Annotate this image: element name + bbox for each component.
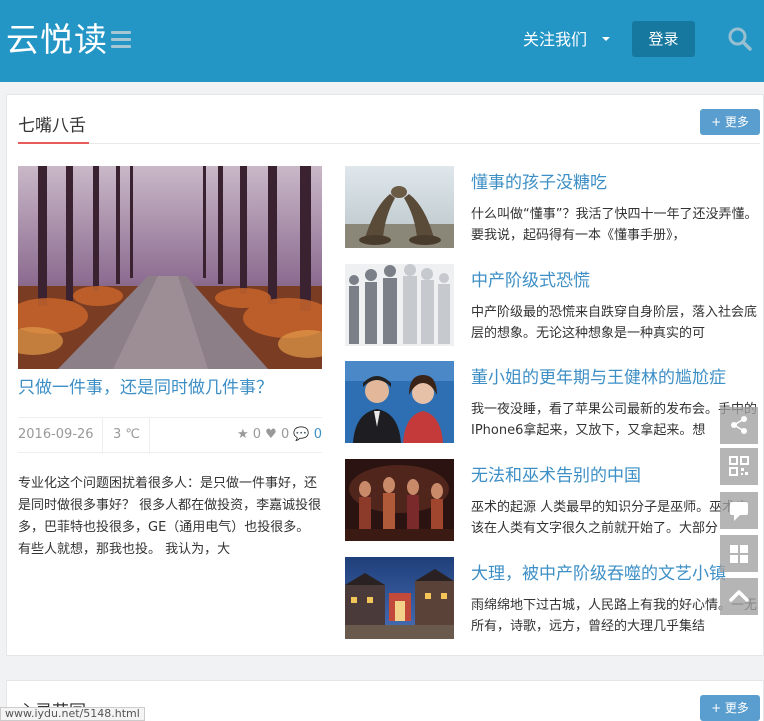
article-title[interactable]: 中产阶级式恐慌 (471, 270, 590, 292)
article-thumbnail[interactable] (345, 361, 454, 443)
grid-icon (730, 545, 748, 563)
caret-down-icon (602, 37, 610, 41)
grid-button[interactable] (720, 535, 758, 572)
site-logo[interactable]: 云悦读 (6, 20, 108, 60)
share-button[interactable] (720, 407, 758, 444)
qrcode-button[interactable] (720, 448, 758, 485)
article-excerpt: 什么叫做“懂事”？我活了快四十一年了还没弄懂。要我说，起码得有一本《懂事手册》， (471, 207, 758, 243)
back-to-top-button[interactable] (720, 578, 758, 615)
feature-title-link[interactable]: 只做一件事，还是同时做几件事？ (18, 376, 322, 400)
article-title[interactable]: 大理，被中产阶级吞噬的文艺小镇 (471, 563, 726, 585)
like-count: 0 (280, 427, 290, 442)
more-button[interactable]: + 更多 (700, 695, 760, 721)
post-stats: ★ 0 ♥ 0 💬 0 (237, 427, 322, 442)
list-item[interactable]: 大理，被中产阶级吞噬的文艺小镇 雨绵绵地下过古城，人民路上有我的好心情。一无所有… (345, 557, 764, 639)
more-button[interactable]: + 更多 (700, 109, 760, 135)
comment-button[interactable] (720, 492, 758, 529)
status-url: www.iydu.net/5148.html (0, 707, 145, 721)
article-thumbnail[interactable] (345, 264, 454, 346)
qrcode-icon (729, 456, 749, 476)
post-temperature: 3 ℃ (113, 427, 141, 442)
list-item[interactable]: 董小姐的更年期与王健林的尴尬症 我一夜没睡，看了苹果公司最新的发布会。手中的IP… (345, 361, 764, 443)
section-qizuibashe: 七嘴八舌 + 更多 只做一件事，还是同时做几件事？ 2016-09-26 3 ℃… (6, 94, 764, 656)
article-excerpt: 中产阶级最的恐慌来自跌穿自身阶层，落入社会底层的想象。无论这种想象是一种真实的可 (471, 305, 758, 341)
top-header: 云悦读 关注我们 登录 (0, 0, 764, 82)
article-title[interactable]: 无法和巫术告别的中国 (471, 465, 641, 487)
chat-icon (730, 502, 748, 521)
star-icon[interactable]: ★ (237, 427, 249, 442)
search-icon[interactable] (727, 26, 753, 52)
list-item[interactable]: 懂事的孩子没糖吃 什么叫做“懂事”？我活了快四十一年了还没弄懂。要我说，起码得有… (345, 166, 764, 248)
article-thumbnail[interactable] (345, 557, 454, 639)
comment-icon[interactable]: 💬 (293, 427, 309, 442)
article-thumbnail[interactable] (345, 459, 454, 541)
star-count: 0 (252, 427, 262, 442)
feature-image[interactable] (18, 166, 322, 369)
share-icon (731, 416, 747, 434)
feature-meta: 2016-09-26 3 ℃ ★ 0 ♥ 0 💬 0 (18, 417, 322, 454)
article-excerpt: 雨绵绵地下过古城，人民路上有我的好心情。一无所有，诗歌，远方，曾经的大理几乎集结 (471, 598, 758, 634)
article-excerpt: 巫术的起源 人类最早的知识分子是巫师。巫术应该在人类有文字很久之前就开始了。大部… (471, 500, 749, 536)
article-title[interactable]: 董小姐的更年期与王健林的尴尬症 (471, 367, 726, 389)
feature-excerpt: 专业化这个问题困扰着很多人：是只做一件事好，还是同时做很多事好？ 很多人都在做投… (18, 476, 322, 557)
login-button[interactable]: 登录 (632, 21, 695, 57)
section-divider (18, 143, 760, 144)
section-title-underline (18, 142, 89, 144)
heart-icon[interactable]: ♥ (265, 427, 277, 442)
article-excerpt: 我一夜没睡，看了苹果公司最新的发布会。手中的IPhone6拿起来，又放下，又拿起… (471, 402, 758, 438)
follow-us-menu[interactable]: 关注我们 (523, 29, 587, 51)
comment-count[interactable]: 0 (314, 427, 322, 442)
post-date: 2016-09-26 (18, 427, 94, 442)
article-thumbnail[interactable] (345, 166, 454, 248)
section-title: 七嘴八舌 (18, 116, 86, 136)
arrow-up-icon (729, 590, 749, 602)
list-item[interactable]: 中产阶级式恐慌 中产阶级最的恐慌来自跌穿自身阶层，落入社会底层的想象。无论这种想… (345, 264, 764, 346)
article-title[interactable]: 懂事的孩子没糖吃 (471, 172, 607, 194)
list-item[interactable]: 无法和巫术告别的中国 巫术的起源 人类最早的知识分子是巫师。巫术应该在人类有文字… (345, 459, 764, 541)
menu-icon[interactable] (111, 31, 131, 48)
